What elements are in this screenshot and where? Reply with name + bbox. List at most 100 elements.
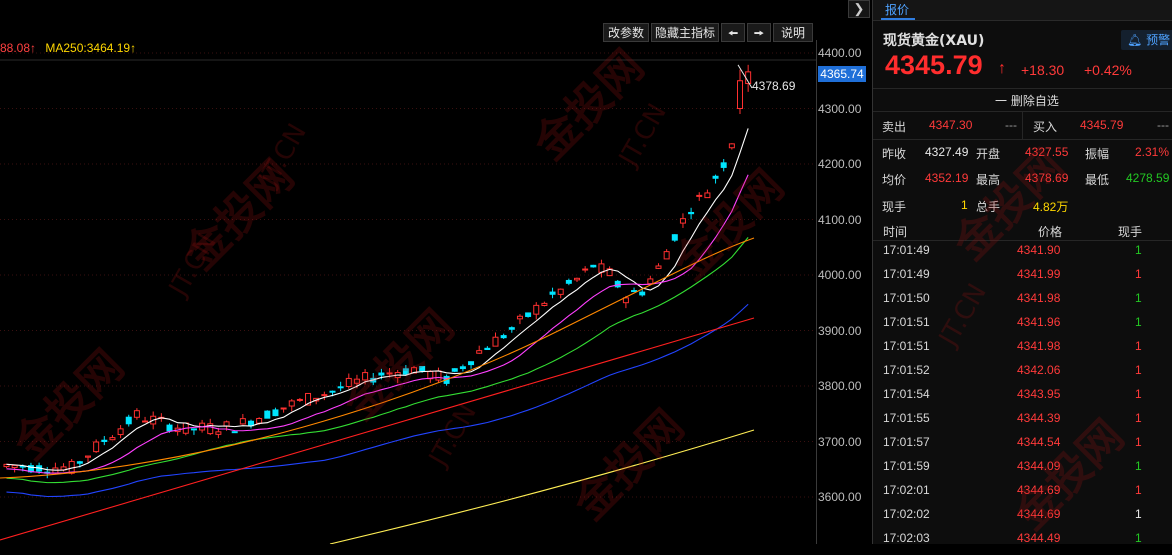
tick-time: 17:01:52	[883, 363, 930, 377]
candle	[476, 350, 483, 354]
tick-volume: 1	[1135, 387, 1142, 401]
tick-time: 17:02:01	[883, 483, 930, 497]
tick-time: 17:01:54	[883, 387, 930, 401]
candle	[402, 368, 409, 375]
tick-volume: 1	[1135, 339, 1142, 353]
watchlist-row: 一 删除自选	[873, 88, 1172, 112]
candle	[239, 418, 246, 425]
candle	[655, 265, 662, 269]
candle	[565, 279, 572, 284]
candle	[533, 304, 540, 315]
high-value: 4378.69	[1025, 171, 1069, 185]
kline-chart[interactable]	[0, 0, 816, 544]
candle	[459, 366, 466, 370]
open-label: 开盘	[976, 147, 1001, 161]
tick-price: 4344.09	[1017, 459, 1061, 473]
tick-time: 17:02:03	[883, 531, 930, 545]
bidask-divider	[1022, 112, 1023, 140]
tick-time: 17:01:57	[883, 435, 930, 449]
candle	[590, 264, 597, 268]
quote-panel: 报价 现货黄金(XAU) 🔔︎ 预警 4345.79 ↑ +18.30 +0.4…	[873, 0, 1172, 545]
hide-main-indicator-button[interactable]: 隐藏主指标	[651, 23, 719, 42]
alert-button[interactable]: 🔔︎ 预警	[1121, 30, 1172, 50]
high-label: 最高	[976, 173, 1001, 187]
candle	[492, 336, 499, 347]
candle	[11, 464, 18, 469]
tick-price: 4341.99	[1017, 267, 1061, 281]
candle	[500, 335, 507, 339]
candle	[712, 175, 719, 179]
tick-time: 17:01:50	[883, 291, 930, 305]
price-change: +18.30	[1021, 62, 1065, 78]
ask-label: 买入	[1033, 120, 1058, 134]
candle	[574, 277, 580, 281]
candle	[321, 394, 328, 397]
ma5-line	[6, 128, 749, 471]
bell-icon: 🔔︎	[1127, 33, 1143, 47]
ask-volume: ---	[1157, 118, 1169, 132]
chevron-right-icon: ❯	[853, 1, 865, 16]
remove-watchlist-button[interactable]: 一 删除自选	[995, 92, 1059, 109]
collapse-panel-button[interactable]: ❯	[848, 0, 870, 18]
tick-row: 17:01:50 4341.98 1	[873, 291, 1172, 315]
ask-value: 4345.79	[1080, 118, 1124, 132]
open-value: 4327.55	[1025, 145, 1069, 159]
tick-volume: 1	[1135, 315, 1142, 329]
low-value: 4278.59	[1126, 171, 1170, 185]
total-vol-label: 总手	[976, 200, 1001, 214]
tick-row: 17:01:54 4343.95 1	[873, 387, 1172, 411]
ma120-line	[0, 317, 755, 541]
candle	[663, 251, 670, 260]
candle	[647, 278, 654, 285]
ma40-line	[6, 303, 749, 498]
candle	[728, 143, 735, 149]
tick-volume: 1	[1135, 291, 1142, 305]
candle	[435, 370, 442, 381]
tick-time: 17:01:49	[883, 267, 930, 281]
tick-volume: 1	[1135, 531, 1142, 545]
tick-time: 17:01:51	[883, 339, 930, 353]
avg-value: 4352.19	[925, 171, 969, 185]
amplitude-value: 2.31%	[1135, 145, 1170, 159]
candle	[549, 291, 556, 295]
instrument-name: 现货黄金(XAU)	[883, 33, 985, 49]
low-label: 最低	[1085, 173, 1110, 187]
bid-label: 卖出	[882, 120, 907, 134]
ticks-header-price: 价格	[1038, 225, 1063, 239]
candle	[386, 372, 393, 375]
ma-legend: 88.08↑ MA250:3464.19↑	[0, 41, 136, 55]
ticks-header-vol: 现手	[1118, 225, 1143, 239]
right-arrow-icon: 🠚	[753, 26, 765, 40]
candle	[329, 390, 336, 393]
candle	[508, 327, 515, 330]
separator	[873, 139, 1172, 140]
tick-volume: 1	[1135, 243, 1142, 257]
alert-label: 预警	[1146, 33, 1171, 47]
y-axis-tick: 4200.00	[818, 157, 862, 171]
prev-indicator-button[interactable]: 🠘	[721, 23, 745, 42]
ma-prev-value: 88.08↑	[0, 41, 37, 55]
candle	[468, 361, 475, 366]
candle	[451, 368, 458, 372]
tab-quote[interactable]: 报价	[885, 0, 909, 20]
tab-underline	[881, 18, 915, 20]
candle	[631, 290, 638, 293]
candle	[117, 428, 124, 436]
current-price-tag: 4365.74	[818, 66, 866, 82]
change-params-button[interactable]: 改参数	[603, 23, 649, 42]
candle	[557, 288, 564, 295]
tick-price: 4341.96	[1017, 315, 1061, 329]
candle	[76, 461, 83, 464]
tick-row: 17:01:49 4341.90 1	[873, 243, 1172, 267]
tick-price: 4344.54	[1017, 435, 1061, 449]
help-button[interactable]: 说明	[773, 23, 813, 42]
candle	[125, 416, 132, 425]
candle	[264, 410, 271, 419]
tick-time: 17:02:02	[883, 507, 930, 521]
tick-volume: 1	[1135, 483, 1142, 497]
y-axis-tick: 4400.00	[818, 46, 862, 60]
next-indicator-button[interactable]: 🠚	[747, 23, 771, 42]
candle	[231, 431, 238, 434]
tick-price: 4341.98	[1017, 339, 1061, 353]
tick-price: 4342.06	[1017, 363, 1061, 377]
